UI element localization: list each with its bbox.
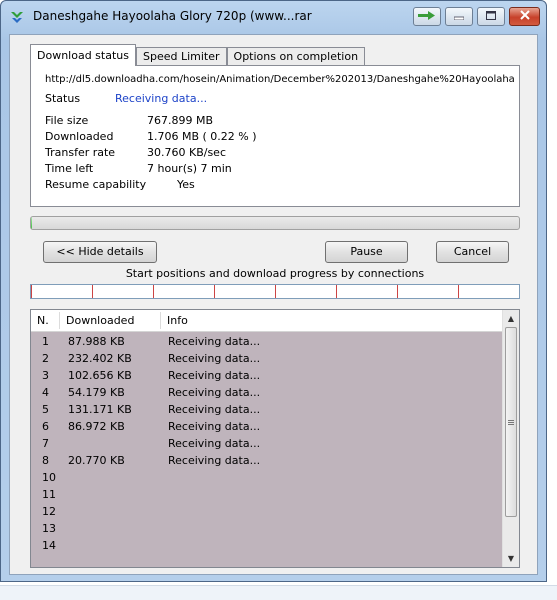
connection-start-marker <box>153 285 154 298</box>
table-row[interactable]: 4 54.179 KB Receiving data... <box>31 384 503 401</box>
row-downloaded: 86.972 KB <box>68 420 125 433</box>
row-number: 2 <box>42 352 49 365</box>
downloaded-value: 1.706 MB ( 0.22 % ) <box>147 130 257 143</box>
cancel-button[interactable]: Cancel <box>436 241 509 263</box>
download-window: Daneshgahe Hayoolaha Glory 720p (www...r… <box>0 0 547 582</box>
window-client-area: Download status Speed Limiter Options on… <box>9 34 538 575</box>
title-bar[interactable]: Daneshgahe Hayoolaha Glory 720p (www...r… <box>1 1 546 31</box>
maximize-icon <box>486 10 496 23</box>
table-body: 1 87.988 KB Receiving data... 2 232.402 KB Re… <box>31 333 503 554</box>
close-button[interactable] <box>509 7 540 26</box>
row-downloaded: 131.171 KB <box>68 403 132 416</box>
row-info: Receiving data... <box>168 386 261 399</box>
time-left-label: Time left <box>45 162 94 175</box>
connection-start-marker <box>92 285 93 298</box>
minimize-to-tray-button[interactable] <box>413 7 441 26</box>
connection-start-marker <box>31 285 32 298</box>
transfer-rate-label: Transfer rate <box>45 146 116 159</box>
minimize-button[interactable] <box>445 7 473 26</box>
row-info: Receiving data... <box>168 454 261 467</box>
column-header-number[interactable]: N. <box>31 310 59 331</box>
background-strip <box>0 585 557 600</box>
tab-download-status[interactable]: Download status <box>30 44 136 66</box>
connection-start-marker <box>214 285 215 298</box>
row-downloaded: 232.402 KB <box>68 352 132 365</box>
close-icon <box>519 10 530 23</box>
transfer-rate-value: 30.760 KB/sec <box>147 146 226 159</box>
row-info: Receiving data... <box>168 369 261 382</box>
download-progress-fill <box>31 217 33 229</box>
row-downloaded: 54.179 KB <box>68 386 125 399</box>
connection-start-marker <box>397 285 398 298</box>
row-downloaded: 20.770 KB <box>68 454 125 467</box>
row-number: 4 <box>42 386 49 399</box>
scrollbar-grip-icon <box>508 420 514 421</box>
download-url: http://dl5.downloadha.com/hosein/Animati… <box>45 74 515 85</box>
table-row[interactable]: 1 87.988 KB Receiving data... <box>31 333 503 350</box>
tab-speed-limiter[interactable]: Speed Limiter <box>135 47 227 66</box>
minimize-icon <box>453 10 465 23</box>
connections-caption: Start positions and download progress by… <box>125 267 425 280</box>
scroll-down-arrow-icon[interactable]: ▼ <box>503 550 519 567</box>
row-number: 10 <box>42 471 56 484</box>
connection-start-marker <box>275 285 276 298</box>
row-downloaded: 102.656 KB <box>68 369 132 382</box>
row-number: 6 <box>42 420 49 433</box>
scrollbar-thumb[interactable] <box>505 327 517 517</box>
table-row[interactable]: 7 Receiving data... <box>31 435 503 452</box>
table-row[interactable]: 3 102.656 KB Receiving data... <box>31 367 503 384</box>
resume-capability-value: Yes <box>177 178 195 191</box>
status-value: Receiving data... <box>115 92 208 105</box>
tab-strip: Download status Speed Limiter Options on… <box>30 44 366 66</box>
column-header-info[interactable]: Info <box>161 310 501 331</box>
row-info: Receiving data... <box>168 403 261 416</box>
row-number: 8 <box>42 454 49 467</box>
row-number: 5 <box>42 403 49 416</box>
tray-arrow-icon <box>418 10 436 23</box>
hide-details-button[interactable]: << Hide details <box>43 241 157 263</box>
resume-capability-label: Resume capability <box>45 178 147 191</box>
table-row[interactable]: 12 <box>31 503 503 520</box>
row-info: Receiving data... <box>168 335 261 348</box>
vertical-scrollbar[interactable]: ▲ ▼ <box>502 310 519 567</box>
row-info: Receiving data... <box>168 420 261 433</box>
scroll-up-arrow-icon[interactable]: ▲ <box>503 310 519 327</box>
download-status-panel: http://dl5.downloadha.com/hosein/Animati… <box>30 65 520 207</box>
connections-table: N. Downloaded Info 1 87.988 KB Receiving d… <box>30 309 520 568</box>
row-number: 1 <box>42 335 49 348</box>
table-row[interactable]: 6 86.972 KB Receiving data... <box>31 418 503 435</box>
row-info: Receiving data... <box>168 352 261 365</box>
connections-progress-bar <box>30 284 520 299</box>
file-size-label: File size <box>45 114 89 127</box>
connection-start-marker <box>336 285 337 298</box>
row-downloaded: 87.988 KB <box>68 335 125 348</box>
row-number: 3 <box>42 369 49 382</box>
row-number: 7 <box>42 437 49 450</box>
time-left-value: 7 hour(s) 7 min <box>147 162 232 175</box>
row-number: 14 <box>42 539 56 552</box>
row-number: 12 <box>42 505 56 518</box>
status-label: Status <box>45 92 81 105</box>
table-header: N. Downloaded Info <box>31 310 503 332</box>
column-header-downloaded[interactable]: Downloaded <box>60 310 160 331</box>
table-row[interactable]: 2 232.402 KB Receiving data... <box>31 350 503 367</box>
maximize-button[interactable] <box>477 7 505 26</box>
download-progress-bar <box>30 216 520 230</box>
connection-start-marker <box>458 285 459 298</box>
table-row[interactable]: 5 131.171 KB Receiving data... <box>31 401 503 418</box>
tab-options-on-completion[interactable]: Options on completion <box>226 47 366 66</box>
row-info: Receiving data... <box>168 437 261 450</box>
table-row[interactable]: 10 <box>31 469 503 486</box>
pause-button[interactable]: Pause <box>325 241 408 263</box>
row-number: 13 <box>42 522 56 535</box>
row-number: 11 <box>42 488 56 501</box>
table-row[interactable]: 13 <box>31 520 503 537</box>
idm-app-icon <box>9 9 25 25</box>
file-size-value: 767.899 MB <box>147 114 214 127</box>
downloaded-label: Downloaded <box>45 130 114 143</box>
window-title: Daneshgahe Hayoolaha Glory 720p (www...r… <box>33 9 312 23</box>
table-row[interactable]: 8 20.770 KB Receiving data... <box>31 452 503 469</box>
table-row[interactable]: 11 <box>31 486 503 503</box>
table-row[interactable]: 14 <box>31 537 503 554</box>
